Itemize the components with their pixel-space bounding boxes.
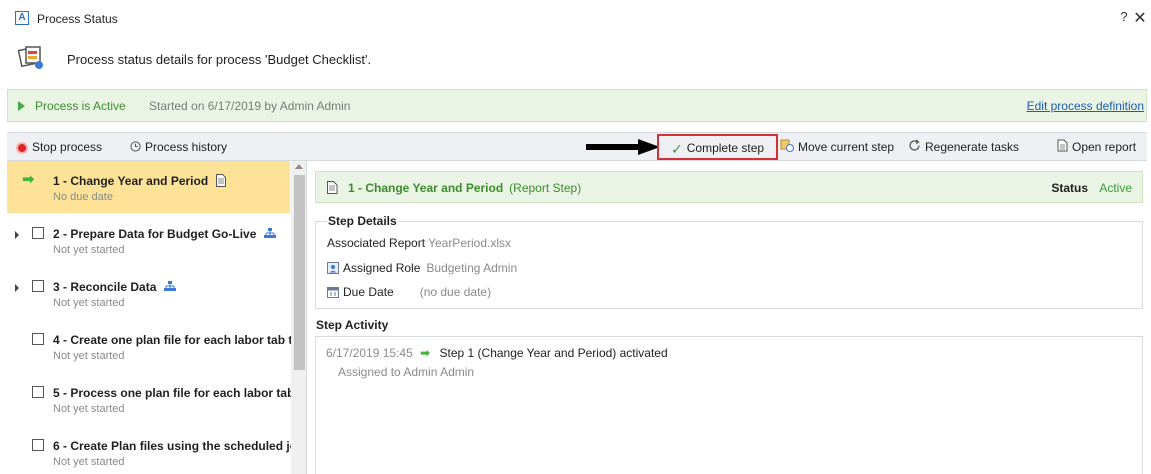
- expand-icon[interactable]: [15, 231, 19, 239]
- activity-timestamp: 6/17/2019 15:45: [326, 346, 413, 360]
- due-date-row: Due Date (no due date): [327, 285, 491, 299]
- activity-assigned: Assigned to Admin Admin: [338, 365, 475, 379]
- report-icon: [327, 181, 338, 194]
- associated-report-label: Associated Report: [327, 236, 426, 250]
- step-title: 4 - Create one plan file for each labor …: [53, 333, 304, 347]
- step-status: Not yet started: [53, 456, 125, 468]
- list-item[interactable]: 3 - Reconcile Data Not yet started: [7, 267, 290, 319]
- scroll-up-icon[interactable]: [295, 164, 303, 169]
- step-header: 1 - Change Year and Period (Report Step) …: [315, 171, 1143, 203]
- associated-report-row: Associated Report YearPeriod.xlsx: [327, 236, 511, 250]
- step-title: 2 - Prepare Data for Budget Go-Live: [53, 227, 257, 241]
- step-activity-legend: Step Activity: [316, 318, 389, 332]
- help-button[interactable]: ?: [1117, 9, 1131, 24]
- step-header-title: 1 - Change Year and Period: [348, 181, 504, 195]
- step-title: 5 - Process one plan file for each labor…: [53, 386, 307, 400]
- step-status: Not yet started: [53, 350, 125, 362]
- associated-report-value: YearPeriod.xlsx: [428, 236, 511, 250]
- step-checkbox[interactable]: [32, 333, 44, 345]
- regenerate-tasks-button[interactable]: Regenerate tasks: [908, 133, 1019, 162]
- step-type: (Report Step): [509, 181, 582, 195]
- edit-process-definition-link[interactable]: Edit process definition: [1027, 99, 1144, 113]
- stop-process-button[interactable]: Stop process: [16, 133, 102, 162]
- status-value: Active: [1099, 181, 1132, 195]
- due-date-value: (no due date): [419, 285, 492, 299]
- process-active-label: Process is Active: [35, 99, 126, 113]
- step-checkbox[interactable]: [32, 386, 44, 398]
- activity-event: Step 1 (Change Year and Period) activate…: [439, 346, 668, 360]
- activity-entry: 6/17/2019 15:45 ➡ Step 1 (Change Year an…: [326, 346, 668, 360]
- step-checkbox[interactable]: [32, 280, 44, 292]
- move-current-step-button[interactable]: Move current step: [780, 133, 894, 162]
- process-started-info: Started on 6/17/2019 by Admin Admin: [149, 99, 351, 113]
- current-step-arrow-icon: ➡: [22, 171, 35, 188]
- process-status-banner: Process is Active Started on 6/17/2019 b…: [7, 89, 1147, 122]
- stop-icon: [16, 141, 28, 154]
- header-description: Process status details for process 'Budg…: [67, 52, 372, 67]
- step-details-legend: Step Details: [327, 214, 398, 228]
- step-title: 1 - Change Year and Period: [53, 174, 209, 188]
- close-button[interactable]: ✕: [1133, 8, 1147, 28]
- step-due: No due date: [53, 191, 113, 203]
- expand-icon[interactable]: [15, 284, 19, 292]
- step-title: 6 - Create Plan files using the schedule…: [53, 439, 305, 453]
- status-label: Status: [1051, 181, 1088, 195]
- step-status: Not yet started: [53, 244, 125, 256]
- step-list: ➡ 1 - Change Year and Period No due date…: [7, 161, 307, 474]
- toolbar: Stop process Process history Move curren…: [7, 132, 1147, 161]
- window-title: Process Status: [37, 12, 118, 26]
- app-icon: A: [15, 11, 29, 25]
- list-item[interactable]: 4 - Create one plan file for each labor …: [7, 320, 304, 372]
- scroll-thumb[interactable]: [294, 175, 305, 370]
- step-checkbox[interactable]: [32, 439, 44, 451]
- calendar-icon: [327, 287, 339, 298]
- report-icon: [215, 174, 226, 187]
- step-status: Not yet started: [53, 297, 125, 309]
- assigned-role-label: Assigned Role: [343, 261, 421, 275]
- checkmark-icon: ✓: [671, 140, 683, 157]
- open-report-button[interactable]: Open report: [1057, 133, 1136, 162]
- title-bar: A Process Status ? ✕: [0, 0, 1151, 34]
- step-title: 3 - Reconcile Data: [53, 280, 157, 294]
- hierarchy-icon: [263, 228, 276, 238]
- report-icon: [1057, 134, 1068, 162]
- step-status: Not yet started: [53, 403, 125, 415]
- complete-step-button[interactable]: ✓ Complete step: [657, 134, 778, 160]
- process-history-button[interactable]: Process history: [130, 133, 227, 162]
- assigned-role-value: Budgeting Admin: [426, 261, 518, 275]
- hierarchy-icon: [163, 281, 176, 291]
- list-item[interactable]: 2 - Prepare Data for Budget Go-Live Not …: [7, 214, 290, 266]
- role-icon: [327, 262, 339, 274]
- vertical-scrollbar[interactable]: [291, 161, 306, 474]
- step-checkbox[interactable]: [32, 227, 44, 239]
- annotation-arrow-icon: [586, 139, 660, 155]
- refresh-icon: [908, 134, 921, 162]
- list-item[interactable]: ➡ 1 - Change Year and Period No due date: [7, 161, 290, 213]
- clock-icon: [130, 134, 141, 162]
- activated-arrow-icon: ➡: [420, 346, 431, 360]
- move-step-icon: [780, 134, 794, 162]
- list-item[interactable]: 6 - Create Plan files using the schedule…: [7, 426, 304, 474]
- play-icon: [18, 101, 25, 111]
- due-date-label: Due Date: [343, 285, 394, 299]
- assigned-role-row: Assigned Role Budgeting Admin: [327, 261, 517, 275]
- process-icon: [17, 46, 43, 69]
- list-item[interactable]: 5 - Process one plan file for each labor…: [7, 373, 306, 425]
